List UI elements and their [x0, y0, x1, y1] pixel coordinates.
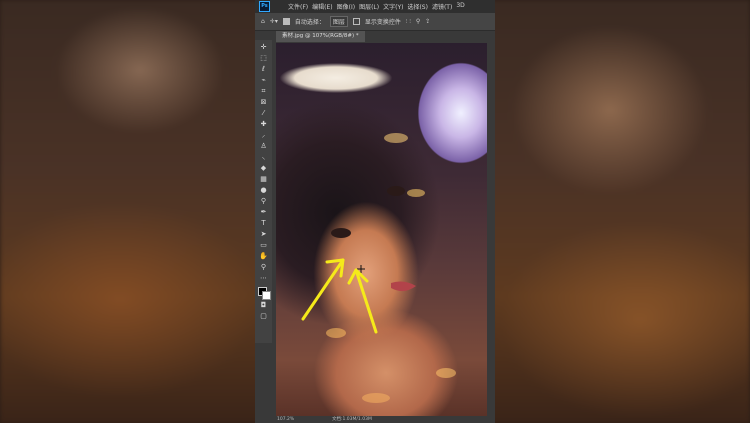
face-features — [331, 186, 416, 292]
screen-mode-icon[interactable]: ▢ — [258, 312, 269, 321]
quick-mask-icon[interactable]: ◘ — [258, 301, 269, 310]
menu-items: 文件(F) 编辑(E) 图像(I) 图层(L) 文字(Y) 选择(S) 滤镜(T… — [288, 2, 465, 11]
frame-icon[interactable]: ⊠ — [258, 98, 269, 107]
auto-select-target-dropdown[interactable]: 图层 — [329, 16, 348, 27]
background-color[interactable] — [261, 291, 271, 300]
share-icon[interactable]: ⇪ — [425, 18, 430, 25]
crop-icon[interactable]: ⌗ — [258, 87, 269, 96]
blur-icon[interactable]: ● — [258, 186, 269, 195]
align-icons[interactable]: ⫶ ⫶ — [406, 18, 411, 26]
auto-select-checkbox[interactable] — [282, 18, 290, 25]
document-size: 文档:1.03M/1.03M — [332, 417, 372, 422]
canvas-overlay — [301, 133, 456, 403]
marquee-icon[interactable]: ⬚ — [258, 54, 269, 63]
menu-image[interactable]: 图像(I) — [337, 2, 355, 11]
move-tool-icon[interactable]: ✛▾ — [270, 18, 278, 25]
menu-file[interactable]: 文件(F) — [288, 2, 308, 11]
photoshop-window: Ps 文件(F) 编辑(E) 图像(I) 图层(L) 文字(Y) 选择(S) 滤… — [255, 0, 495, 423]
photoshop-logo: Ps — [259, 1, 270, 12]
tools-panel: ✛ ⬚ ℓ ⌁ ⌗ ⊠ ⁄ ✚ ⸝ ♙ ⸜ ◆ ▦ ● ⚲ ✒ T ➤ ▭ ✋ … — [255, 40, 272, 343]
clone-stamp-icon[interactable]: ♙ — [258, 142, 269, 151]
history-brush-icon[interactable]: ⸜ — [258, 153, 269, 162]
transform-controls-checkbox[interactable] — [352, 18, 360, 25]
dodge-icon[interactable]: ⚲ — [258, 197, 269, 206]
image-canvas[interactable] — [276, 43, 487, 416]
document-tab[interactable]: 素材.jpg @ 107%(RGB/8#) * — [276, 31, 365, 42]
zoom-icon[interactable]: ⚲ — [258, 263, 269, 272]
menu-bar: Ps 文件(F) 编辑(E) 图像(I) 图层(L) 文字(Y) 选择(S) 滤… — [255, 0, 495, 13]
more-tools-icon[interactable]: ⋯ — [258, 274, 269, 283]
gradient-icon[interactable]: ▦ — [258, 175, 269, 184]
healing-brush-icon[interactable]: ✚ — [258, 120, 269, 129]
annotation-arrows — [301, 258, 378, 334]
pen-icon[interactable]: ✒ — [258, 208, 269, 217]
light-spots — [326, 133, 456, 403]
search-icon[interactable]: ⚲ — [416, 18, 420, 25]
menu-filter[interactable]: 滤镜(T) — [432, 2, 452, 11]
path-select-icon[interactable]: ➤ — [258, 230, 269, 239]
shape-icon[interactable]: ▭ — [258, 241, 269, 250]
eraser-icon[interactable]: ◆ — [258, 164, 269, 173]
zoom-level[interactable]: 107.2% — [277, 416, 294, 423]
eyedropper-icon[interactable]: ⁄ — [258, 109, 269, 118]
quick-select-icon[interactable]: ⌁ — [258, 76, 269, 85]
home-icon[interactable]: ⌂ — [261, 18, 265, 25]
auto-select-label: 自动选择： — [294, 19, 325, 26]
menu-layer[interactable]: 图层(L) — [359, 2, 379, 11]
lasso-icon[interactable]: ℓ — [258, 65, 269, 74]
document-tab-bar: 素材.jpg @ 107%(RGB/8#) * — [274, 31, 495, 42]
menu-edit[interactable]: 编辑(E) — [312, 2, 332, 11]
hand-icon[interactable]: ✋ — [258, 252, 269, 261]
brush-icon[interactable]: ⸝ — [258, 131, 269, 140]
menu-select[interactable]: 选择(S) — [407, 2, 428, 11]
status-bar: 107.2% 文档:1.03M/1.03M — [274, 416, 495, 423]
type-icon[interactable]: T — [258, 219, 269, 228]
move-icon[interactable]: ✛ — [258, 43, 269, 52]
left-arrow — [301, 258, 345, 321]
options-bar: ⌂ ✛▾ 自动选择： 图层 显示变换控件 ⫶ ⫶ ⚲ ⇪ — [255, 13, 495, 31]
transform-controls-label: 显示变换控件 — [364, 19, 401, 26]
menu-type[interactable]: 文字(Y) — [383, 2, 403, 11]
menu-3d[interactable]: 3D — [456, 2, 464, 11]
color-swatches[interactable] — [257, 287, 271, 300]
